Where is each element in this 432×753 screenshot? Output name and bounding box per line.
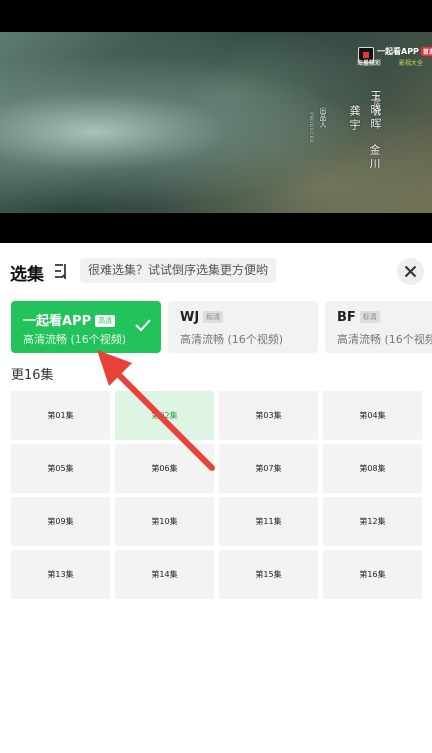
source-list: 一起看APP 高清 高清流畅 (16个视频) WJ 标清 高清流畅 (16个视频) BF 标清… — [11, 301, 432, 353]
source-name: BF 标清 — [337, 310, 380, 325]
source-card[interactable]: WJ 标清高清流畅 (16个视频) — [168, 301, 318, 353]
episode-button[interactable]: 第12集 — [323, 497, 422, 546]
source-quality-tag: 高清 — [95, 315, 116, 327]
credit-text: 王晓晖 — [369, 90, 382, 132]
close-icon — [404, 265, 417, 278]
episode-button[interactable]: 第05集 — [11, 444, 110, 493]
episode-button[interactable]: 第06集 — [115, 444, 214, 493]
episode-button[interactable]: 第14集 — [115, 550, 214, 599]
watermark-slogan: 海量精彩 影视大全 — [357, 60, 424, 67]
episode-button[interactable]: 第07集 — [219, 444, 318, 493]
source-card[interactable]: 一起看APP 高清高清流畅 (16个视频) — [11, 301, 161, 353]
credit-text: 龚宇 — [348, 105, 361, 133]
episode-button[interactable]: 第15集 — [219, 550, 318, 599]
episode-button[interactable]: 第01集 — [11, 391, 110, 440]
episode-button[interactable]: 第09集 — [11, 497, 110, 546]
source-name: WJ 标清 — [180, 310, 224, 325]
reverse-sort-icon[interactable] — [54, 263, 68, 279]
source-description: 高清流畅 (16个视频) — [337, 333, 432, 346]
app-watermark: 一起看APP 首发 — [377, 46, 432, 57]
episode-button[interactable]: 第16集 — [323, 550, 422, 599]
status-bar — [0, 0, 432, 32]
episode-button[interactable]: 第04集 — [323, 391, 422, 440]
video-letterbox — [0, 213, 432, 243]
source-quality-tag: 标清 — [359, 311, 380, 323]
credit-text: 出品人 — [319, 107, 327, 128]
credit-text: 金川 — [368, 144, 381, 172]
source-description: 高清流畅 (16个视频) — [180, 333, 284, 346]
credit-text: PRODUCER — [308, 112, 314, 143]
episode-button[interactable]: 第11集 — [219, 497, 318, 546]
episode-button[interactable]: 第13集 — [11, 550, 110, 599]
episode-button[interactable]: 第08集 — [323, 444, 422, 493]
watermark-badge: 首发 — [420, 47, 432, 56]
check-icon — [135, 319, 151, 332]
sort-hint: 很难选集？试试倒序选集更方便哟 — [80, 258, 277, 283]
source-name: 一起看APP 高清 — [23, 310, 116, 329]
episode-button[interactable]: 第03集 — [219, 391, 318, 440]
episode-grid: 第01集 第02集 第03集 第04集第05集 第06集 第07集 第08集第09集 第10集… — [11, 391, 425, 600]
update-status: 更16集 — [11, 368, 54, 383]
source-description: 高清流畅 (16个视频) — [23, 333, 127, 346]
source-card[interactable]: BF 标清高清流畅 (16个视频) — [325, 301, 432, 353]
episode-sheet-header: 选集 很难选集？试试倒序选集更方便哟 — [0, 243, 432, 297]
close-button[interactable] — [397, 258, 424, 285]
episode-button[interactable]: 第10集 — [115, 497, 214, 546]
sheet-title: 选集 — [10, 265, 44, 285]
source-quality-tag: 标清 — [203, 311, 224, 323]
episode-button[interactable]: 第02集 — [115, 391, 214, 440]
